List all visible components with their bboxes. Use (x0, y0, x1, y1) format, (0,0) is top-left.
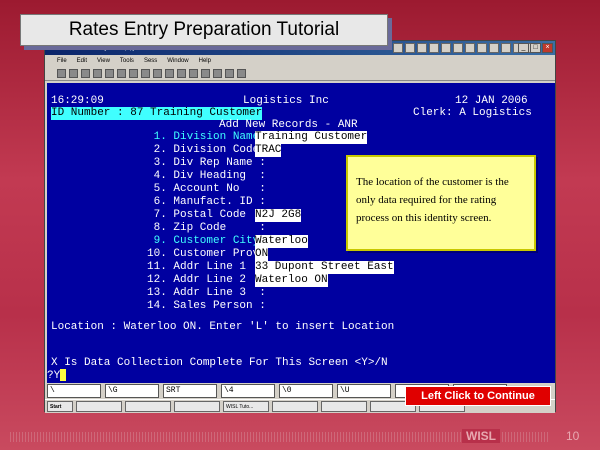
field-label: 10. Customer Prov: (147, 248, 266, 260)
tool-icon[interactable] (417, 43, 427, 53)
minimize-icon[interactable]: _ (518, 43, 529, 53)
field-label: 9. Customer City: (147, 235, 266, 247)
field-label: 13. Addr Line 3 : (147, 287, 266, 299)
function-key[interactable]: \G (105, 384, 159, 398)
function-key[interactable]: \0 (279, 384, 333, 398)
field-value[interactable]: TRAC (255, 144, 282, 157)
function-key[interactable]: SRT (163, 384, 217, 398)
start-button[interactable]: Start (47, 401, 73, 412)
taskbar-item[interactable]: WISL Tuto... (223, 401, 269, 412)
callout-note: The location of the customer is the only… (346, 155, 536, 251)
toolbar-icon[interactable] (117, 69, 126, 78)
tool-icon[interactable] (489, 43, 499, 53)
function-key[interactable]: \4 (221, 384, 275, 398)
field-label: 2. Division Code: (147, 144, 266, 156)
terminal-input[interactable]: ?Y (47, 369, 67, 383)
field-label: 8. Zip Code : (147, 222, 266, 234)
maximize-icon[interactable]: □ (530, 43, 541, 53)
menu-help[interactable]: Help (199, 55, 211, 67)
toolbar-icon[interactable] (153, 69, 162, 78)
field-label: 3. Div Rep Name : (147, 157, 266, 169)
toolbar-icon[interactable] (57, 69, 66, 78)
tool-icon[interactable] (429, 43, 439, 53)
field-label: 7. Postal Code : (147, 209, 266, 221)
field-label: 1. Division Name: (147, 131, 266, 143)
terminal-prompt-line: X Is Data Collection Complete For This S… (51, 357, 388, 369)
tool-icon[interactable] (501, 43, 511, 53)
terminal-input-text: ?Y (47, 369, 61, 382)
field-label: 12. Addr Line 2 : (147, 274, 266, 286)
tool-icon[interactable] (393, 43, 403, 53)
tool-icon[interactable] (405, 43, 415, 53)
toolbar-icon[interactable] (93, 69, 102, 78)
menu-window[interactable]: Window (167, 55, 188, 67)
menu-edit[interactable]: Edit (77, 55, 87, 67)
field-label: 5. Account No : (147, 183, 266, 195)
menu-file[interactable]: File (57, 55, 67, 67)
function-key[interactable]: \U (337, 384, 391, 398)
toolbar-icon[interactable] (129, 69, 138, 78)
terminal-location-line: Location : Waterloo ON. Enter 'L' to ins… (51, 321, 395, 333)
toolbar-icon[interactable] (69, 69, 78, 78)
taskbar-item[interactable] (272, 401, 318, 412)
field-value[interactable]: 33 Dupont Street East (255, 261, 394, 274)
continue-button[interactable]: Left Click to Continue (405, 386, 551, 406)
toolbar-icon[interactable] (237, 69, 246, 78)
toolbar-icon[interactable] (225, 69, 234, 78)
field-value[interactable]: Waterloo ON (255, 274, 328, 287)
slide-title: Rates Entry Preparation Tutorial (20, 14, 388, 46)
toolbar-icon[interactable] (177, 69, 186, 78)
toolbar (45, 67, 555, 81)
field-label: 11. Addr Line 1 : (147, 261, 266, 273)
toolbar-icon[interactable] (189, 69, 198, 78)
field-value[interactable]: Waterloo (255, 235, 308, 248)
tool-icon[interactable] (453, 43, 463, 53)
page-number: 10 (566, 429, 580, 443)
toolbar-icon[interactable] (105, 69, 114, 78)
toolbar-icon[interactable] (213, 69, 222, 78)
taskbar-item[interactable] (321, 401, 367, 412)
field-label: 6. Manufact. ID : (147, 196, 266, 208)
field-label: 4. Div Heading : (147, 170, 266, 182)
taskbar-item[interactable] (125, 401, 171, 412)
tool-icon[interactable] (477, 43, 487, 53)
terminal-clerk: Clerk: A Logistics (413, 107, 532, 119)
menu-tools[interactable]: Tools (120, 55, 134, 67)
taskbar-item[interactable] (76, 401, 122, 412)
menu-view[interactable]: View (97, 55, 110, 67)
function-key[interactable]: \ (47, 384, 101, 398)
field-value[interactable]: ON (255, 248, 269, 261)
tool-icon[interactable] (465, 43, 475, 53)
toolbar-icon[interactable] (165, 69, 174, 78)
menu-bar: File Edit View Tools Sess Window Help (45, 55, 555, 67)
taskbar-item[interactable] (174, 401, 220, 412)
field-value[interactable]: N2J 2G8 (255, 209, 302, 222)
field-label: 14. Sales Person : (147, 300, 266, 312)
close-icon[interactable]: × (542, 43, 553, 53)
titlebar-tool-icons (393, 43, 535, 53)
toolbar-icon[interactable] (141, 69, 150, 78)
field-value[interactable]: Training Customer (255, 131, 368, 144)
cursor (60, 369, 67, 381)
footer-logo: WISL (462, 429, 500, 443)
toolbar-icon[interactable] (81, 69, 90, 78)
window-controls: _ □ × (518, 43, 553, 53)
tool-icon[interactable] (441, 43, 451, 53)
menu-sess[interactable]: Sess (144, 55, 157, 67)
toolbar-icon[interactable] (201, 69, 210, 78)
